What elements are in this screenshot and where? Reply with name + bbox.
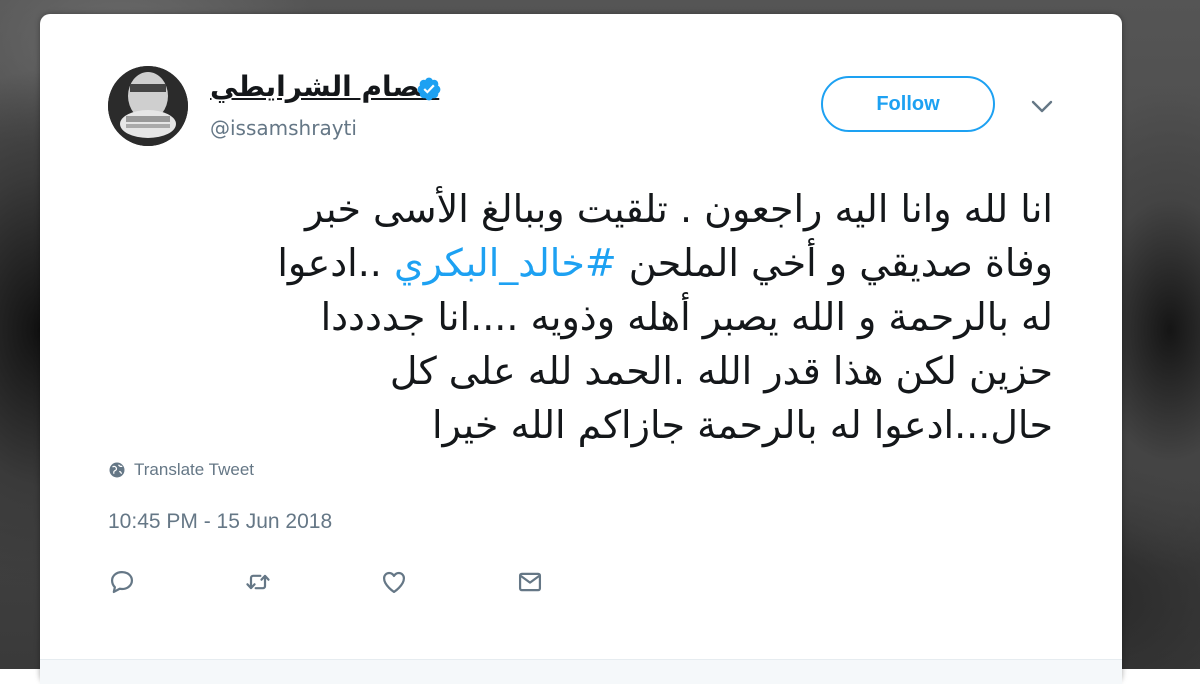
verified-badge-icon (417, 77, 441, 101)
tweet-text-line: حزين لكن هذا قدر الله .الحمد لله على كل (389, 349, 1053, 393)
card-footer-strip (40, 659, 1122, 684)
like-icon (382, 571, 406, 594)
author-display-name[interactable]: عصام الشرايطي (210, 70, 439, 103)
avatar[interactable] (108, 66, 188, 146)
retweet-button[interactable] (244, 568, 380, 596)
tweet-timestamp[interactable]: 10:45 PM - 15 Jun 2018 (108, 510, 332, 534)
translate-tweet-link[interactable]: Translate Tweet (108, 460, 254, 480)
tweet-text-line: حال...ادعوا له بالرحمة جازاكم الله خيرا (431, 403, 1053, 447)
tweet-text-segment: وفاة صديقي و أخي الملحن (616, 241, 1053, 285)
globe-icon (109, 462, 125, 478)
direct-message-button[interactable] (516, 568, 652, 596)
translate-tweet-label: Translate Tweet (134, 460, 255, 479)
reply-button[interactable] (108, 568, 244, 596)
direct-message-icon (518, 572, 542, 592)
tweet-card: عصام الشرايطي @issamshrayti Follow انا ل… (40, 14, 1122, 684)
author-handle[interactable]: @issamshrayti (210, 116, 357, 140)
avatar-photo (108, 66, 188, 146)
tweet-text-line: وفاة صديقي و أخي الملحن #خالد_البكري ..ا… (160, 236, 1053, 290)
tweet-text-line: انا لله وانا اليه راجعون . تلقيت وببالغ … (305, 187, 1053, 231)
tweet-text-segment: ..ادعوا (277, 241, 394, 285)
hashtag-link[interactable]: #خالد_البكري (394, 241, 617, 285)
tweet-text: انا لله وانا اليه راجعون . تلقيت وببالغ … (160, 182, 1053, 452)
retweet-icon (246, 574, 270, 590)
like-button[interactable] (380, 568, 516, 596)
follow-button[interactable]: Follow (821, 76, 995, 132)
tweet-actions (108, 568, 652, 596)
tweet-text-line: له بالرحمة و الله يصبر أهله وذويه ....ان… (320, 295, 1053, 339)
chevron-down-icon[interactable] (1030, 96, 1054, 116)
reply-icon (110, 570, 134, 594)
